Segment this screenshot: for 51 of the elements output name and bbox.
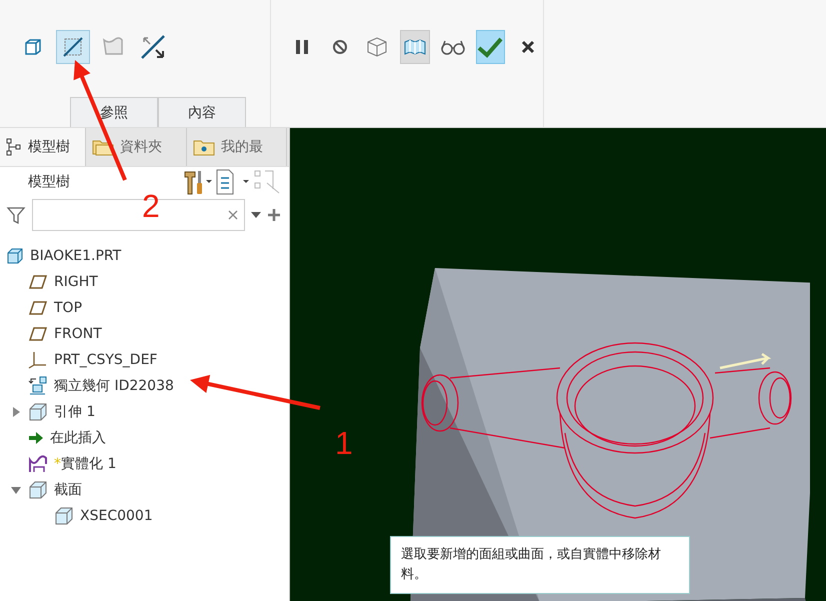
tree-icon	[6, 138, 22, 156]
folder-icon	[193, 138, 215, 156]
trim-button[interactable]	[56, 30, 90, 64]
tree-item[interactable]: *實體化 1	[0, 451, 289, 477]
panel-tab[interactable]: 內容	[158, 97, 246, 127]
annotation-number: 1	[335, 425, 353, 462]
tree-item[interactable]: 獨立幾何 ID22038	[0, 373, 289, 399]
solid-icon	[28, 402, 48, 422]
filter-icon	[6, 205, 26, 225]
collapse-arrow-icon[interactable]	[11, 485, 21, 495]
panel-tab[interactable]: 參照	[70, 97, 158, 127]
tree-item[interactable]: XSEC0001	[0, 503, 289, 529]
plane-icon	[28, 326, 48, 342]
tree-item[interactable]: FRONT	[0, 321, 289, 347]
preview-icon	[403, 37, 428, 57]
tooltip: 選取要新增的面組或曲面，或自實體中移除材料。	[390, 536, 690, 594]
plane-icon	[28, 300, 48, 316]
dropdown-icon[interactable]	[251, 212, 261, 218]
annotation-number: 2	[142, 188, 160, 225]
tree-item[interactable]: TOP	[0, 295, 289, 321]
cube-icon	[23, 37, 43, 57]
tree-item[interactable]: BIAOKE1.PRT	[0, 243, 289, 269]
navigator-tab[interactable]: 模型樹	[0, 128, 86, 166]
tree-item[interactable]: 截面	[0, 477, 289, 503]
copy-geometry-icon	[28, 376, 48, 396]
solidify-icon	[28, 454, 48, 474]
panel-title: 模型樹	[28, 173, 70, 191]
flip-arrows-icon	[140, 34, 166, 60]
no-entry-icon	[332, 39, 348, 55]
checkmark-icon	[477, 36, 504, 58]
part-icon	[6, 247, 24, 265]
solid-icon	[54, 506, 74, 526]
add-icon[interactable]	[267, 208, 281, 222]
preview-button[interactable]	[400, 30, 430, 64]
tree-item[interactable]: 引伸 1	[0, 399, 289, 425]
glasses-icon	[440, 39, 466, 55]
folder-icon	[92, 138, 114, 156]
solid-icon	[28, 480, 48, 500]
ok-button[interactable]	[476, 30, 506, 64]
tree-item[interactable]: 在此插入	[0, 425, 289, 451]
expand-arrow-icon[interactable]	[11, 407, 21, 417]
plane-icon	[28, 274, 48, 290]
tree-item[interactable]: PRT_CSYS_DEF	[0, 347, 289, 373]
wireframe-cube-icon	[365, 36, 390, 58]
tree-item[interactable]: RIGHT	[0, 269, 289, 295]
clear-icon[interactable]	[228, 210, 238, 220]
arrow-icon	[28, 430, 44, 446]
close-icon	[521, 40, 536, 54]
trim-plane-icon	[61, 35, 85, 59]
axes-icon	[28, 351, 48, 369]
modified-mark: *	[54, 456, 61, 472]
